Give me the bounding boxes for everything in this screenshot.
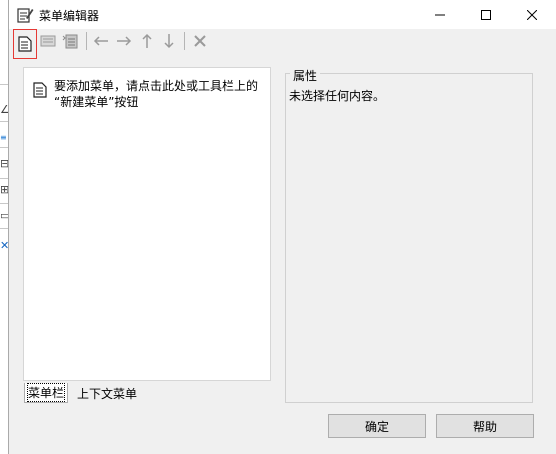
tab-menubar[interactable]: 菜单栏 <box>24 383 69 403</box>
close-button[interactable] <box>509 0 555 29</box>
window-title: 菜单编辑器 <box>39 9 100 23</box>
arrow-right-icon <box>117 36 132 46</box>
ok-button-label: 确定 <box>364 419 389 434</box>
add-menu-hint-line2: “新建菜单”按钮 <box>54 95 139 109</box>
tab-menubar-label: 菜单栏 <box>26 383 66 402</box>
add-menu-hint[interactable]: 要添加菜单，请点击此处或工具栏上的 “新建菜单”按钮 <box>54 78 284 110</box>
tab-context-menu-label: 上下文菜单 <box>77 386 138 401</box>
menu-editor-app-icon <box>17 8 34 23</box>
minimize-button[interactable] <box>417 0 463 29</box>
move-down-button[interactable] <box>158 31 180 51</box>
new-menu-item-icon <box>40 35 56 47</box>
toolbar-separator <box>86 32 87 50</box>
background-fragment: ≡ <box>0 133 7 142</box>
maximize-icon <box>481 9 491 20</box>
arrow-up-icon <box>142 33 152 48</box>
maximize-button[interactable] <box>463 0 509 29</box>
properties-empty-text: 未选择任何内容。 <box>289 89 386 103</box>
move-left-button[interactable] <box>90 31 112 51</box>
arrow-left-icon <box>93 36 108 46</box>
menu-list-pane[interactable] <box>23 67 271 381</box>
new-submenu-button[interactable] <box>59 31 81 51</box>
ok-button[interactable]: 确定 <box>328 414 426 438</box>
arrow-down-icon <box>164 34 174 49</box>
help-button[interactable]: 帮助 <box>436 414 534 438</box>
toolbar-separator <box>184 32 185 50</box>
tab-context-menu[interactable]: 上下文菜单 <box>74 383 141 403</box>
new-menu-icon <box>18 36 32 52</box>
menu-editor-window: 菜单编辑器 要添加菜单，请点击此处或工具栏上的 “新建菜单”按钮 属性 未选择任… <box>8 0 556 454</box>
minimize-icon <box>435 14 445 15</box>
delete-icon <box>194 35 206 47</box>
properties-group <box>285 73 533 403</box>
title-bar: 菜单编辑器 <box>9 0 556 29</box>
add-menu-hint-line1: 要添加菜单，请点击此处或工具栏上的 <box>54 79 259 93</box>
move-up-button[interactable] <box>136 31 158 51</box>
new-menu-hint-icon[interactable] <box>33 82 47 98</box>
close-icon <box>527 9 537 20</box>
new-menu-item-button[interactable] <box>37 31 59 51</box>
move-right-button[interactable] <box>113 31 135 51</box>
new-submenu-icon <box>62 34 78 49</box>
help-button-label: 帮助 <box>472 419 497 434</box>
delete-button[interactable] <box>189 31 211 51</box>
new-menu-button[interactable] <box>13 29 37 59</box>
properties-title: 属性 <box>290 67 321 84</box>
